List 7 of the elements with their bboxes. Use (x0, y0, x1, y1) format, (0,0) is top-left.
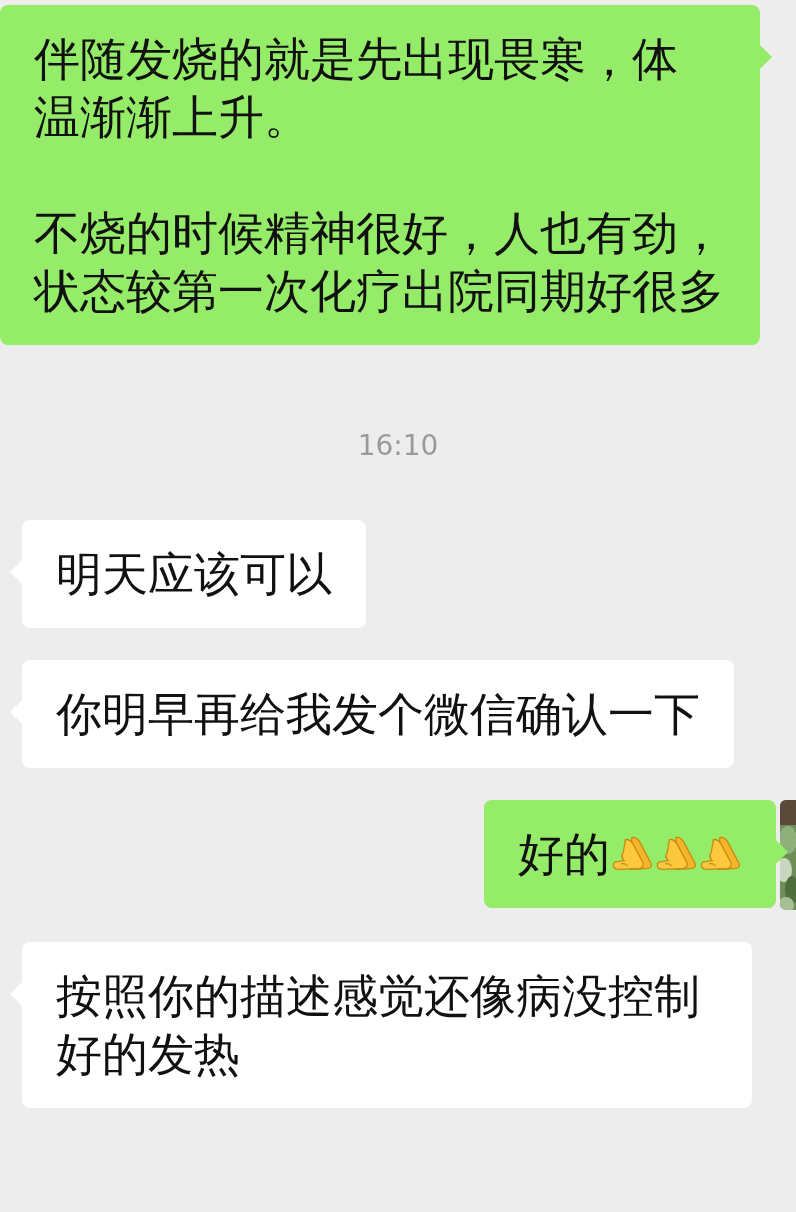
message-text: 明天应该可以 (56, 546, 332, 603)
message-text: 按照你的描述感觉还像病没控制好的发热 (56, 968, 701, 1083)
message-text: 好的 (518, 826, 610, 883)
message-text: 你明早再给我发个微信确认一下 (56, 686, 700, 743)
timestamp: 16:10 (357, 429, 439, 462)
message-text: 伴随发烧的就是先出现畏寒，体温渐渐上升。 (34, 31, 679, 146)
message-text: 不烧的时候精神很好，人也有劲，状态较第一次化疗出院同期好很多 (34, 205, 725, 320)
